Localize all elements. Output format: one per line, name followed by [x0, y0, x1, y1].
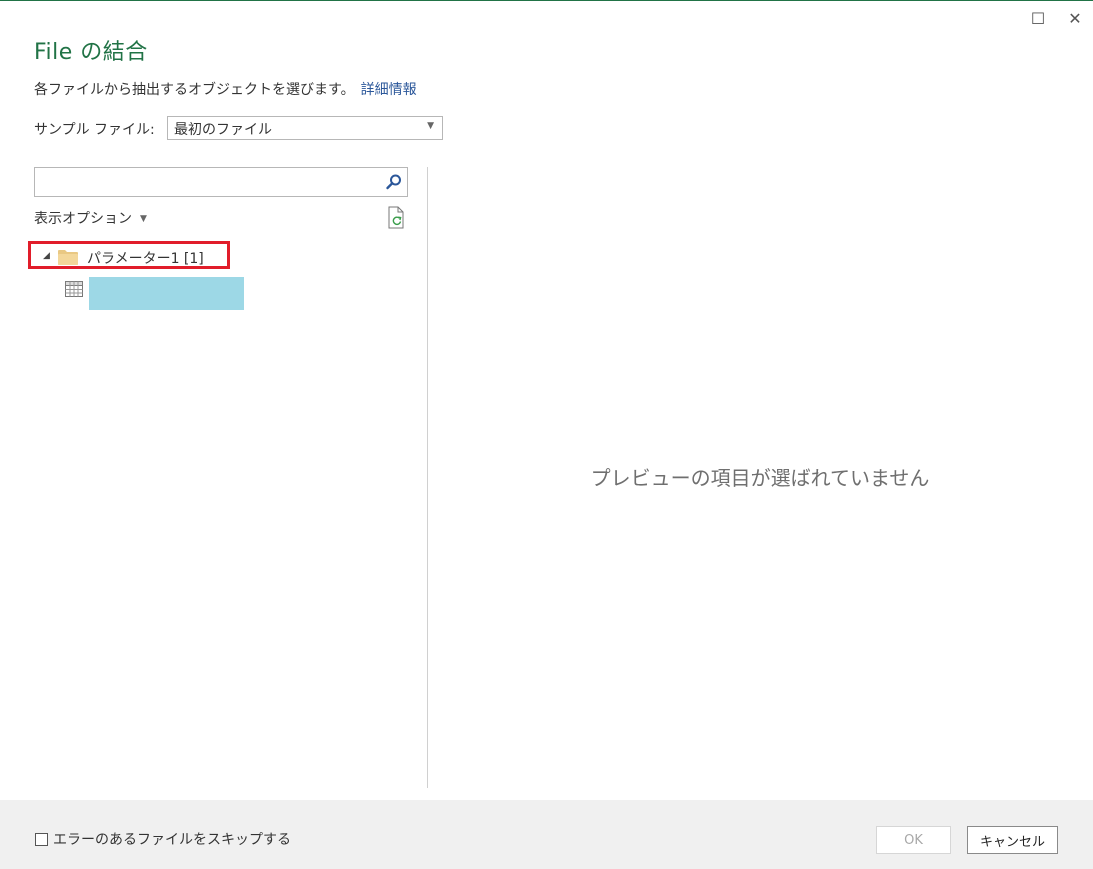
- sample-file-dropdown[interactable]: 最初のファイル ▼: [167, 116, 443, 140]
- table-icon: [65, 281, 83, 301]
- description-text: 各ファイルから抽出するオブジェクトを選びます。: [34, 82, 355, 98]
- view-options-label: 表示オプション: [34, 211, 132, 227]
- chevron-down-icon: ▼: [427, 121, 434, 131]
- preview-empty-message: プレビューの項目が選ばれていません: [590, 466, 930, 490]
- tree-node-parameter1[interactable]: ◢ パラメーター1 [1]: [28, 241, 230, 269]
- sample-file-label: サンプル ファイル:: [34, 122, 155, 138]
- tree-node-label: パラメーター1 [1]: [87, 251, 204, 267]
- ok-button[interactable]: OK: [876, 826, 951, 854]
- dialog-title: File の結合: [34, 40, 148, 65]
- window-top-strip: [0, 0, 1093, 4]
- dialog-description: 各ファイルから抽出するオブジェクトを選びます。 詳細情報: [34, 79, 417, 99]
- navigator-search-box: [34, 167, 408, 197]
- search-input[interactable]: [39, 169, 383, 197]
- view-options-menu[interactable]: 表示オプション ▼: [34, 208, 147, 228]
- folder-icon: [58, 249, 78, 269]
- search-icon[interactable]: [385, 173, 403, 195]
- skip-errors-checkbox[interactable]: エラーのあるファイルをスキップする: [35, 829, 291, 849]
- chevron-down-icon: ▼: [140, 214, 147, 224]
- maximize-button[interactable]: ☐: [1026, 6, 1050, 30]
- skip-errors-label: エラーのあるファイルをスキップする: [53, 832, 291, 848]
- tree-child-item[interactable]: [89, 277, 244, 310]
- details-link[interactable]: 詳細情報: [361, 82, 417, 98]
- expand-triangle-icon[interactable]: ◢: [43, 251, 50, 261]
- refresh-icon[interactable]: [387, 206, 407, 234]
- close-button[interactable]: ✕: [1063, 6, 1087, 30]
- sample-file-value: 最初のファイル: [174, 122, 272, 138]
- cancel-button[interactable]: キャンセル: [967, 826, 1058, 854]
- checkbox-icon[interactable]: [35, 832, 48, 846]
